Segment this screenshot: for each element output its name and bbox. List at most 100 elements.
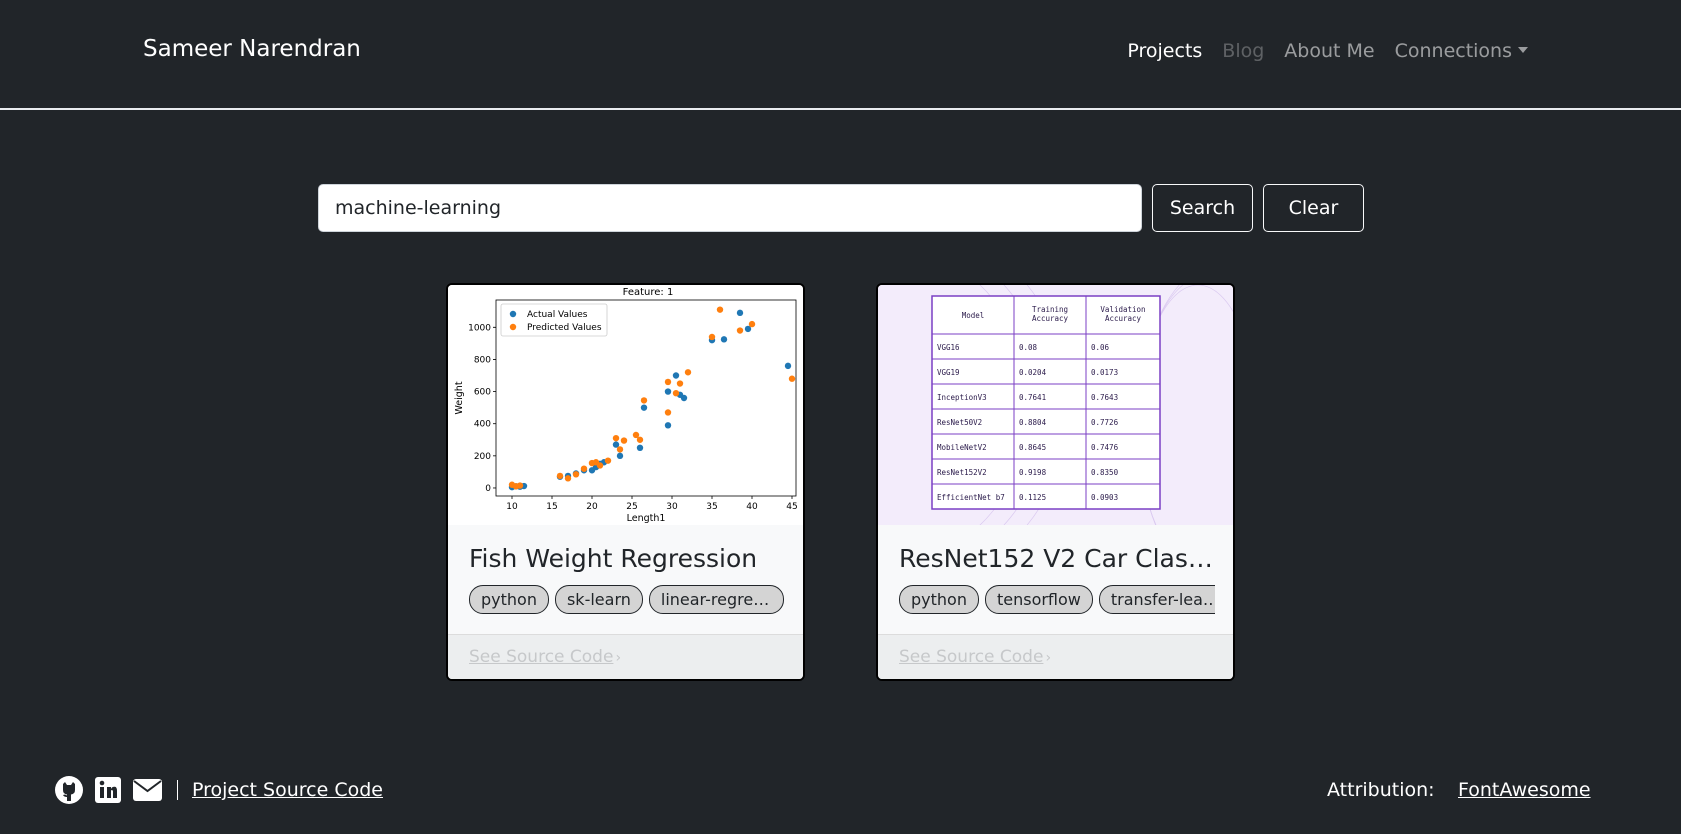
x-tick-label: 10 [506,502,518,512]
fontawesome-link[interactable]: FontAwesome [1458,779,1591,801]
predicted-value-point [664,378,672,386]
table-cell: 0.7641 [1019,393,1046,402]
actual-value-point [680,394,688,402]
github-icon[interactable] [54,775,84,805]
predicted-value-point [564,475,572,482]
table-cell: 0.08 [1019,343,1038,352]
tag-linear-regression[interactable]: linear-regression... [648,585,784,614]
table-cell: VGG19 [937,368,960,377]
predicted-value-point [676,380,684,387]
actual-value-point [636,444,644,452]
table-cell: 0.0173 [1091,368,1118,377]
table-header: Training [1032,305,1068,314]
nav-links: Projects Blog About Me Connections [1127,40,1528,62]
chevron-right-icon: › [615,650,622,666]
nav-projects[interactable]: Projects [1127,40,1202,62]
legend-label-predicted: Predicted Values [527,323,602,333]
actual-value-point [736,309,744,317]
y-tick-label: 200 [474,452,491,462]
tag-list: python tensorflow transfer-learning... [899,585,1215,619]
nav-connections-dropdown[interactable]: Connections [1395,40,1528,62]
predicted-value-point [572,471,580,478]
actual-value-point [616,452,624,460]
predicted-value-point [716,306,724,313]
predicted-value-point [580,465,588,472]
see-source-code-label: See Source Code [469,647,614,667]
predicted-value-point [640,397,648,404]
predicted-value-point [664,409,672,416]
footer-separator [177,780,178,800]
nav-about-me[interactable]: About Me [1284,40,1374,62]
see-source-code-link[interactable]: See Source Code › [899,647,1051,667]
brand-link[interactable]: Sameer Narendran [143,36,361,62]
search-button[interactable]: Search [1152,184,1253,232]
search-input[interactable] [318,184,1142,232]
predicted-value-point [596,462,604,469]
table-cell: ResNet50V2 [937,418,982,427]
predicted-value-point [736,327,744,334]
y-tick-label: 1000 [468,323,491,333]
table-header: Model [962,311,985,320]
project-card: Model Training Accuracy Validation Accuracy V… [876,283,1235,681]
predicted-value-point [620,437,628,444]
results-table-image: ModelTrainingAccuracyValidationAccuracyV… [931,285,1233,525]
table-cell: 0.1125 [1019,493,1046,502]
x-tick-label: 35 [706,502,717,512]
y-tick-label: 600 [474,388,491,398]
table-cell: 0.7643 [1091,393,1118,402]
predicted-value-point [708,333,716,341]
card-footer: See Source Code › [448,634,803,679]
chevron-right-icon: › [1045,650,1052,666]
tag-python[interactable]: python [899,585,979,614]
y-axis-label: Weight [454,381,465,414]
actual-value-point [640,404,648,411]
predicted-value-point [684,369,692,376]
envelope-icon[interactable] [132,777,163,803]
actual-value-point [664,388,672,395]
table-cell: InceptionV3 [937,393,987,402]
table-cell: 0.8804 [1019,418,1047,427]
linkedin-icon[interactable] [94,776,122,804]
predicted-value-point [516,482,524,489]
tag-python[interactable]: python [469,585,549,614]
predicted-value-point [788,375,796,382]
table-cell: 0.7726 [1091,418,1119,427]
card-title[interactable]: Fish Weight Regression [469,544,789,573]
predicted-value-point [556,472,564,480]
table-cell: ResNet152V2 [937,468,987,477]
y-tick-label: 400 [474,420,491,430]
nav-blog[interactable]: Blog [1222,40,1264,62]
scatter-chart: Feature: 1 0 200 400 600 800 1000 10 15 20 25 30 3… [454,287,798,524]
table-cell: 0.8645 [1019,443,1046,452]
x-tick-label: 40 [746,502,758,512]
tag-sk-learn[interactable]: sk-learn [554,585,643,614]
actual-value-point [784,362,792,370]
actual-value-point [720,336,728,343]
project-card: Feature: 1 0 200 400 600 800 1000 10 15 20 25 30 3… [446,283,805,681]
caret-down-icon [1518,47,1528,53]
clear-button[interactable]: Clear [1263,184,1364,232]
chart-legend: Actual Values Predicted Values [500,303,608,337]
table-cell: VGG16 [937,343,960,352]
legend-marker-actual [509,310,517,318]
table-cell: 0.8350 [1091,468,1119,477]
navbar: Sameer Narendran Projects Blog About Me … [0,0,1681,110]
nav-connections-label: Connections [1394,40,1512,62]
predicted-value-point [672,389,680,397]
table-header: Accuracy [1105,314,1142,323]
y-tick-label: 800 [474,355,491,365]
card-footer: See Source Code › [878,634,1233,679]
project-thumbnail: Model Training Accuracy Validation Accuracy V… [878,285,1233,525]
results-table: ModelTrainingAccuracyValidationAccuracyV… [931,295,1161,510]
table-cell: MobileNetV2 [937,443,987,452]
actual-value-point [664,422,672,429]
see-source-code-link[interactable]: See Source Code › [469,647,621,667]
x-tick-label: 45 [786,502,797,512]
project-source-code-link[interactable]: Project Source Code [192,779,383,801]
legend-label-actual: Actual Values [527,310,588,320]
tag-transfer-learning[interactable]: transfer-learning... [1098,585,1215,614]
tag-tensorflow[interactable]: tensorflow [984,585,1093,614]
legend-marker-predicted [509,323,517,331]
table-cell: 0.9198 [1019,468,1047,477]
card-title[interactable]: ResNet152 V2 Car Classific... [899,544,1219,573]
